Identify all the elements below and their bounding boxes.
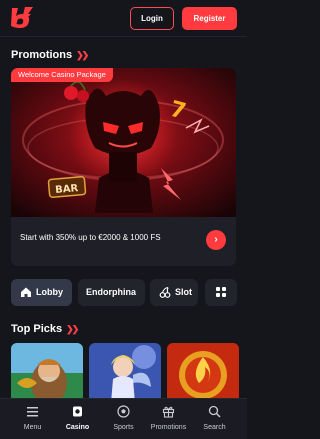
- double-chevron-right-icon: ❯❯: [76, 50, 89, 60]
- casino-chip-icon: [73, 406, 82, 417]
- promotions-heading[interactable]: Promotions ❯❯: [11, 49, 89, 61]
- tab-endorphina-label: Endorphina: [86, 287, 136, 297]
- bar-symbol: BAR: [55, 183, 79, 196]
- nav-casino-label: Casino: [65, 424, 90, 431]
- nav-sports-label: Sports: [113, 424, 134, 431]
- promo-banner-image: 7 BAR: [11, 68, 236, 217]
- nav-casino[interactable]: Casino: [53, 399, 102, 439]
- grid-icon: [216, 287, 226, 297]
- nav-menu-label: Menu: [23, 424, 42, 431]
- tab-lobby[interactable]: Lobby: [11, 279, 72, 306]
- category-tabs: Lobby Endorphina Slot: [0, 279, 247, 306]
- top-picks-title: Top Picks: [11, 323, 63, 335]
- promo-badge: Welcome Casino Package: [11, 68, 113, 82]
- home-icon: [21, 287, 31, 297]
- soccer-ball-icon: [117, 405, 130, 418]
- top-picks-row: [11, 343, 247, 400]
- double-chevron-right-icon: ❯❯: [66, 324, 79, 334]
- top-picks-heading[interactable]: Top Picks ❯❯: [11, 323, 79, 335]
- nav-sports[interactable]: Sports: [99, 399, 148, 439]
- menu-icon: [27, 407, 38, 417]
- cherry-icon: [159, 286, 171, 298]
- nav-promotions-label: Promotions: [150, 424, 187, 431]
- fisherman-game-thumbnail[interactable]: [11, 343, 83, 400]
- promo-text: Start with 350% up to €2000 & 1000 FS: [20, 233, 161, 242]
- gift-icon: [162, 406, 175, 418]
- promotions-title: Promotions: [11, 49, 73, 61]
- flame-game-thumbnail[interactable]: [167, 343, 239, 400]
- nav-search-label: Search: [203, 424, 226, 431]
- chevron-right-icon: ›: [214, 234, 218, 245]
- login-button[interactable]: Login: [130, 7, 174, 30]
- top-header: Login Register: [0, 0, 247, 37]
- bottom-navigation: Menu Casino Sports Promotions Search: [0, 398, 247, 439]
- fairy-game-thumbnail[interactable]: [89, 343, 161, 400]
- nav-search[interactable]: Search: [190, 399, 239, 439]
- tab-slot-label: Slot: [175, 287, 192, 297]
- tab-all-categories[interactable]: [205, 279, 237, 306]
- bolt-logo-icon[interactable]: [8, 6, 34, 30]
- promo-footer: Start with 350% up to €2000 & 1000 FS ›: [11, 217, 236, 266]
- promo-card[interactable]: 7 BAR Welcome Casino Package Start with …: [11, 68, 236, 266]
- tab-slot[interactable]: Slot: [150, 279, 198, 306]
- register-button[interactable]: Register: [182, 7, 237, 30]
- nav-menu[interactable]: Menu: [8, 399, 57, 439]
- tab-lobby-label: Lobby: [36, 287, 63, 297]
- search-icon: [208, 405, 221, 418]
- nav-promotions[interactable]: Promotions: [144, 399, 193, 439]
- tab-endorphina[interactable]: Endorphina: [78, 279, 145, 306]
- promo-go-button[interactable]: ›: [206, 230, 226, 250]
